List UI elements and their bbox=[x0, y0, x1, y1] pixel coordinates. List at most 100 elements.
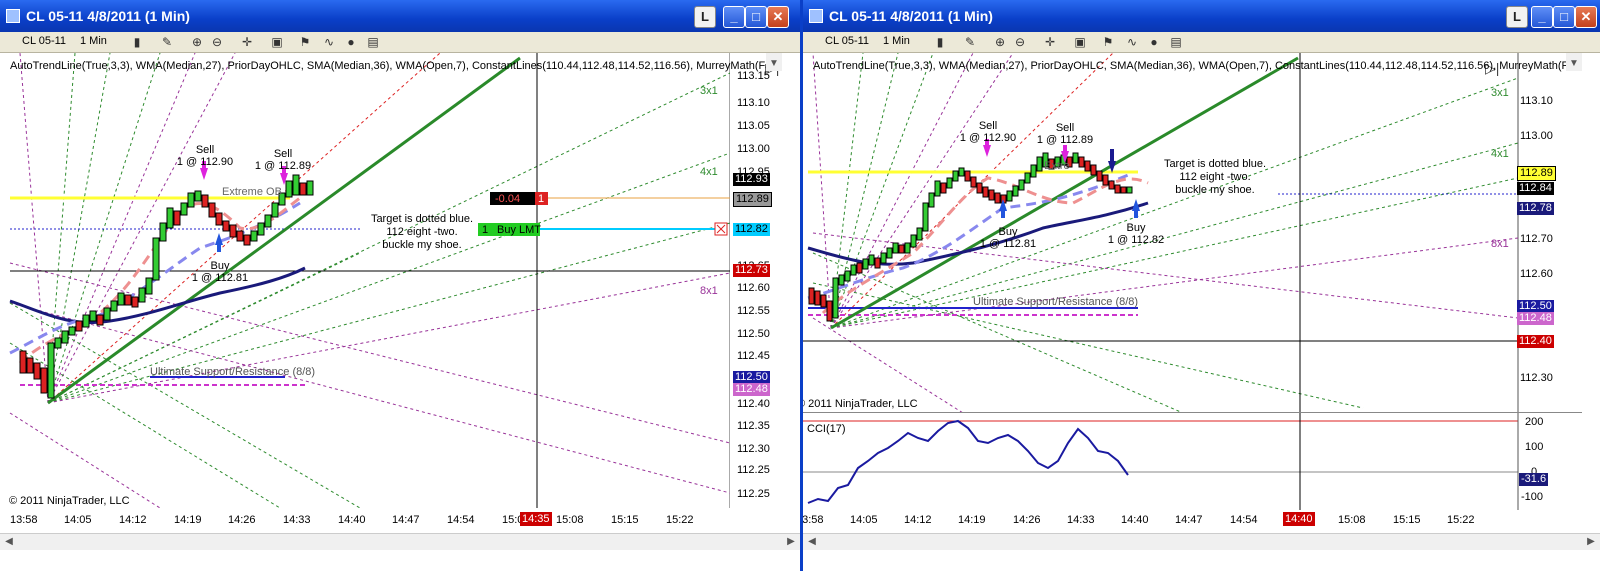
time-label: 14:26 bbox=[228, 514, 256, 526]
data-table-icon[interactable]: ▤ bbox=[1169, 35, 1183, 49]
ultimate-sr-label: Ultimate Support/Resistance (8/8) bbox=[973, 296, 1139, 308]
close-icon[interactable]: ✕ bbox=[767, 6, 789, 28]
buy-limit-order[interactable]: Buy LMT bbox=[497, 224, 541, 236]
price-label: 112.25 bbox=[737, 488, 770, 500]
data-box-icon[interactable]: ● bbox=[1147, 35, 1161, 49]
vertical-scrollbar-button[interactable]: ▼ bbox=[1566, 53, 1582, 71]
time-axis[interactable]: 13:58 14:05 14:12 14:19 14:26 14:33 14:4… bbox=[0, 512, 800, 530]
price-label: 113.05 bbox=[737, 120, 770, 132]
strategy-icon[interactable]: ⚑ bbox=[298, 35, 312, 49]
sell-annotation-1: Sell 1 @ 112.90 bbox=[176, 144, 234, 168]
properties-icon[interactable]: ▣ bbox=[270, 35, 284, 49]
data-table-icon[interactable]: ▤ bbox=[366, 35, 380, 49]
price-chart-svg: ▷| bbox=[803, 53, 1519, 413]
cci-axis-label: 200 bbox=[1525, 416, 1544, 428]
strategy-icon[interactable]: ⚑ bbox=[1101, 35, 1115, 49]
price-label: 112.50 bbox=[737, 328, 770, 340]
instrument-selector[interactable]: CL 05-11 bbox=[825, 35, 869, 47]
copyright: © 2011 NinjaTrader, LLC bbox=[803, 398, 918, 410]
link-button[interactable]: L bbox=[694, 6, 716, 28]
time-label: 14:47 bbox=[1175, 514, 1203, 526]
interval-selector[interactable]: 1 Min bbox=[80, 35, 107, 47]
cci-axis-label: 100 bbox=[1525, 441, 1544, 453]
time-label: 14:40 bbox=[1121, 514, 1149, 526]
ultimate-sr-label: Ultimate Support/Resistance (8/8) bbox=[150, 366, 316, 378]
horizontal-scrollbar[interactable]: ◀ ▶ bbox=[803, 533, 1600, 550]
price-label: 113.00 bbox=[737, 143, 770, 155]
price-label: 113.10 bbox=[737, 97, 770, 109]
price-chart-svg: ▷| bbox=[0, 53, 782, 508]
order-price-tag: 112.82 bbox=[733, 223, 770, 236]
title-bar[interactable]: CL 05-11 4/8/2011 (1 Min) L _ □ ✕ bbox=[803, 0, 1600, 32]
cci-panel[interactable]: CCI(17) 200 100 0 -100 -31.6 bbox=[803, 412, 1582, 510]
pnl-qty: 1 bbox=[538, 193, 545, 205]
last-price-tag: 112.93 bbox=[733, 173, 770, 186]
cci-label: CCI(17) bbox=[807, 423, 846, 435]
time-label: 14:33 bbox=[283, 514, 311, 526]
purple-level-tag: 112.48 bbox=[1517, 312, 1554, 325]
time-axis[interactable]: 13:58 14:05 14:12 14:19 14:26 14:33 14:4… bbox=[803, 512, 1600, 530]
zoom-out-icon[interactable]: ⊖ bbox=[1013, 35, 1027, 49]
data-box-icon[interactable]: ● bbox=[344, 35, 358, 49]
murrey-3x1-label: 3x1 bbox=[1491, 87, 1509, 99]
pnl-value: -0.04 bbox=[495, 193, 521, 205]
indicator-icon[interactable]: ∿ bbox=[322, 35, 336, 49]
yellow-level-tag: 112.89 bbox=[1517, 166, 1556, 181]
price-label: 112.45 bbox=[737, 350, 770, 362]
murrey-3x1-label: 3x1 bbox=[700, 85, 718, 97]
price-label: 113.00 bbox=[1520, 130, 1553, 142]
window-title: CL 05-11 4/8/2011 (1 Min) bbox=[26, 8, 190, 24]
bar-type-icon[interactable]: ▮ bbox=[933, 35, 947, 49]
maximize-icon[interactable]: □ bbox=[745, 6, 767, 28]
chart-window-right: CL 05-11 4/8/2011 (1 Min) L _ □ ✕ CL 05-… bbox=[803, 0, 1600, 571]
zoom-out-icon[interactable]: ⊖ bbox=[210, 35, 224, 49]
link-button[interactable]: L bbox=[1506, 6, 1528, 28]
zoom-in-icon[interactable]: ⊕ bbox=[190, 35, 204, 49]
minimize-icon[interactable]: _ bbox=[723, 6, 745, 28]
order-qty[interactable]: 1 bbox=[482, 224, 488, 236]
last-price-tag: 112.84 bbox=[1517, 182, 1554, 195]
sell-annotation-2: Sell 1 @ 112.89 bbox=[254, 148, 312, 172]
time-label: 15:22 bbox=[1447, 514, 1475, 526]
horizontal-scrollbar[interactable]: ◀ ▶ bbox=[0, 533, 800, 550]
prior-close-tag: 112.73 bbox=[733, 264, 770, 277]
scroll-right-icon[interactable]: ▶ bbox=[784, 535, 798, 548]
minimize-icon[interactable]: _ bbox=[1531, 6, 1553, 28]
price-panel[interactable]: ▷| bbox=[0, 53, 782, 508]
vertical-scrollbar-button[interactable]: ▼ bbox=[766, 53, 782, 71]
close-icon[interactable]: ✕ bbox=[1575, 6, 1597, 28]
current-time-tag: 14:35 bbox=[520, 512, 552, 526]
draw-pen-icon[interactable]: ✎ bbox=[160, 35, 174, 49]
window-title: CL 05-11 4/8/2011 (1 Min) bbox=[829, 8, 993, 24]
scroll-right-icon[interactable]: ▶ bbox=[1584, 535, 1598, 548]
crosshair-icon[interactable]: ✛ bbox=[1043, 35, 1057, 49]
time-label: 14:54 bbox=[1230, 514, 1258, 526]
properties-icon[interactable]: ▣ bbox=[1073, 35, 1087, 49]
indicator-icon[interactable]: ∿ bbox=[1125, 35, 1139, 49]
bar-type-icon[interactable]: ▮ bbox=[130, 35, 144, 49]
crosshair-icon[interactable]: ✛ bbox=[240, 35, 254, 49]
instrument-selector[interactable]: CL 05-11 bbox=[22, 35, 66, 47]
sell-annotation-2: Sell 1 @ 112.89 bbox=[1036, 122, 1094, 146]
price-label: 112.30 bbox=[737, 443, 770, 455]
extreme-ob-label: Extreme OB bbox=[222, 186, 282, 198]
time-label: 14:26 bbox=[1013, 514, 1041, 526]
interval-selector[interactable]: 1 Min bbox=[883, 35, 910, 47]
copyright: © 2011 NinjaTrader, LLC bbox=[9, 495, 130, 507]
time-label: 14:05 bbox=[64, 514, 92, 526]
zoom-in-icon[interactable]: ⊕ bbox=[993, 35, 1007, 49]
title-bar[interactable]: CL 05-11 4/8/2011 (1 Min) L _ □ ✕ bbox=[0, 0, 800, 32]
time-label: 14:54 bbox=[447, 514, 475, 526]
time-label: 15:08 bbox=[556, 514, 584, 526]
scroll-left-icon[interactable]: ◀ bbox=[805, 535, 819, 548]
time-label: 14:12 bbox=[904, 514, 932, 526]
indicator-list: AutoTrendLine(True,3,3), WMA(Median,27),… bbox=[813, 60, 1568, 72]
price-label: 112.60 bbox=[737, 282, 770, 294]
target-note: Target is dotted blue. 112 eight -two. buc… bbox=[370, 213, 474, 251]
buy-annotation-1: Buy 1 @ 112.81 bbox=[191, 260, 249, 284]
draw-pen-icon[interactable]: ✎ bbox=[963, 35, 977, 49]
price-panel[interactable]: ▷| bbox=[803, 53, 1582, 413]
time-label: 14:47 bbox=[392, 514, 420, 526]
maximize-icon[interactable]: □ bbox=[1553, 6, 1575, 28]
scroll-left-icon[interactable]: ◀ bbox=[2, 535, 16, 548]
